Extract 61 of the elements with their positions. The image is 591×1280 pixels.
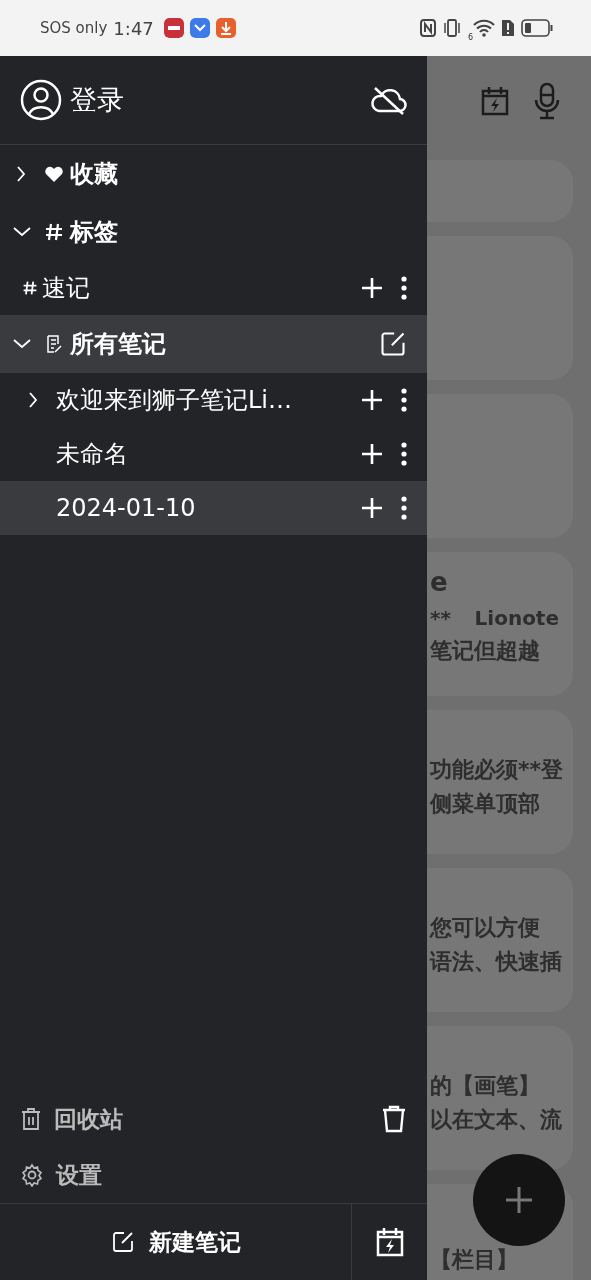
- plus-icon: [505, 1186, 533, 1214]
- more-icon[interactable]: [401, 388, 407, 412]
- section-title: 所有笔记: [70, 329, 166, 360]
- microphone-icon[interactable]: [533, 81, 561, 120]
- app-icon: [189, 18, 210, 38]
- section-row[interactable]: 所有笔记: [0, 315, 427, 373]
- tag-row[interactable]: 速记: [0, 261, 427, 315]
- note-row[interactable]: 2024-01-10: [0, 481, 427, 535]
- plus-icon[interactable]: [361, 389, 383, 411]
- note-title: 未命名: [56, 439, 128, 470]
- section-title: 收藏: [70, 159, 118, 190]
- card-text: 【栏目】: [430, 1246, 519, 1274]
- note-row[interactable]: 欢迎来到狮子笔记Li…: [0, 373, 427, 427]
- wifi-label: 6: [467, 32, 473, 42]
- trash-icon: [20, 1107, 42, 1131]
- card-meta: Lionote: [474, 604, 559, 631]
- hash-icon: [22, 280, 38, 296]
- cloud-off-icon[interactable]: [369, 85, 407, 115]
- card-text: 笔记但超越: [430, 636, 541, 664]
- note-title: 欢迎来到狮子笔记Li…: [56, 385, 293, 416]
- card-text: 以在文本、流: [430, 1105, 563, 1133]
- card-text: 您可以方便: [430, 914, 541, 942]
- settings-item[interactable]: 设置: [0, 1147, 427, 1203]
- hash-icon: [44, 222, 64, 242]
- clock: 1:47: [113, 17, 154, 39]
- nfc-icon: [419, 19, 436, 37]
- app-icon: [163, 18, 184, 38]
- card-text: 的【画笔】: [430, 1072, 541, 1100]
- login-button[interactable]: 登录: [20, 79, 124, 121]
- sim-alert-icon: [501, 19, 515, 37]
- more-icon[interactable]: [401, 276, 407, 300]
- plus-icon[interactable]: [361, 497, 383, 519]
- note-row[interactable]: 未命名: [0, 427, 427, 481]
- battery-icon: [521, 19, 553, 37]
- download-icon: [215, 18, 236, 38]
- more-icon[interactable]: [401, 442, 407, 466]
- plus-icon[interactable]: [361, 277, 383, 299]
- card-text: 侧菜单顶部: [430, 789, 541, 817]
- card-meta: **: [430, 604, 451, 631]
- wifi-icon: [473, 19, 495, 37]
- settings-icon: [20, 1163, 44, 1187]
- section-title: 标签: [70, 217, 118, 248]
- more-icon[interactable]: [401, 496, 407, 520]
- card-text: 语法、快速插: [430, 947, 563, 975]
- section-row[interactable]: 收藏: [0, 145, 427, 203]
- document-icon: [44, 334, 64, 354]
- new-note-button[interactable]: 新建笔记: [0, 1204, 352, 1280]
- card-text: 功能必须**登: [430, 756, 564, 784]
- trash-icon[interactable]: [381, 1105, 407, 1133]
- user-icon: [20, 79, 62, 121]
- heart-icon: [44, 164, 64, 184]
- vibrate-icon: [441, 18, 462, 38]
- card-title: e: [430, 566, 449, 599]
- plus-icon[interactable]: [361, 443, 383, 465]
- tag-label: 速记: [42, 273, 90, 304]
- note-title: 2024-01-10: [56, 494, 196, 522]
- section-row[interactable]: 标签: [0, 203, 427, 261]
- edit-icon[interactable]: [110, 1230, 135, 1254]
- carrier-text: SOS only: [40, 19, 108, 37]
- edit-icon[interactable]: [379, 330, 407, 358]
- recycle-bin-item[interactable]: 回收站: [0, 1091, 427, 1147]
